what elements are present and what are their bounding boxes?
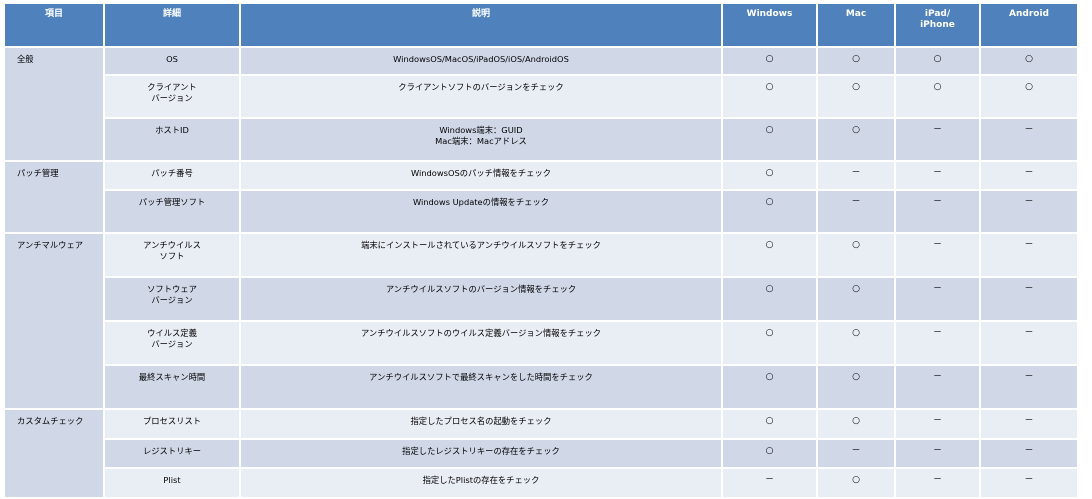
table-row: レジストリキー 指定したレジストリキーの存在をチェック ○ －－－ xyxy=(5,440,1077,467)
detail-cell: クライアント バージョン xyxy=(105,76,239,117)
header-windows: Windows xyxy=(723,4,816,46)
description-cell: クライアントソフトのバージョンをチェック xyxy=(241,76,721,117)
android-support-cell: － xyxy=(981,119,1077,160)
android-support-cell: － xyxy=(981,469,1077,497)
description-cell: Windows Updateの情報をチェック xyxy=(241,191,721,232)
description-cell: 端末にインストールされているアンチウイルスソフトをチェック xyxy=(241,234,721,276)
android-support-cell: ○ xyxy=(981,76,1077,117)
description-cell: アンチウイルスソフトで最終スキャンをした時間をチェック xyxy=(241,366,721,408)
detail-cell: パッチ番号 xyxy=(105,162,239,189)
mac-support-cell: ○ xyxy=(818,76,894,117)
description-cell: 指定したレジストリキーの存在をチェック xyxy=(241,440,721,467)
mac-support-cell: － xyxy=(818,440,894,467)
table-row: ソフトウェア バージョン アンチウイルスソフトのバージョン情報をチェック ○ ○ －－ xyxy=(5,278,1077,320)
windows-support-cell: ○ xyxy=(723,162,816,189)
table-row: ホストID Windows端末：GUID Mac端末：Macアドレス ○ ○ －－ xyxy=(5,119,1077,160)
table-row: カスタムチェック プロセスリスト 指定したプロセス名の起動をチェック ○ ○ －－ xyxy=(5,410,1077,497)
description-cell: アンチウイルスソフトのウイルス定義バージョン情報をチェック xyxy=(241,322,721,364)
ipad-support-cell: － xyxy=(896,440,979,467)
detail-cell: Plist xyxy=(105,469,239,497)
table-row: 最終スキャン時間 アンチウイルスソフトで最終スキャンをした時間をチェック ○ ○ －－ xyxy=(5,366,1077,408)
detail-cell: レジストリキー xyxy=(105,440,239,467)
mac-support-cell: ○ xyxy=(818,366,894,408)
category-cell: 全般 xyxy=(5,48,103,160)
description-cell: Windows端末：GUID Mac端末：Macアドレス xyxy=(241,119,721,160)
header-detail: 詳細 xyxy=(105,4,239,46)
description-cell: WindowsOSのパッチ情報をチェック xyxy=(241,162,721,189)
mac-support-cell: ○ xyxy=(818,119,894,160)
detail-cell: ウイルス定義 バージョン xyxy=(105,322,239,364)
android-support-cell: ○ xyxy=(981,48,1077,74)
ipad-support-cell: － xyxy=(896,278,979,320)
table-row: Plist 指定したPlistの存在をチェック－ ○ －－ xyxy=(5,469,1077,497)
category-cell: パッチ管理 xyxy=(5,162,103,232)
table-row: クライアント バージョン クライアントソフトのバージョンをチェック ○ ○ ○ ○ xyxy=(5,76,1077,117)
windows-support-cell: ○ xyxy=(723,119,816,160)
windows-support-cell: － xyxy=(723,469,816,497)
table-row: アンチマルウェア アンチウイルス ソフト 端末にインストールされているアンチウイルス… xyxy=(5,234,1077,408)
detail-cell: OS xyxy=(105,48,239,74)
windows-support-cell: ○ xyxy=(723,322,816,364)
windows-support-cell: ○ xyxy=(723,191,816,232)
mac-support-cell: ○ xyxy=(818,469,894,497)
ipad-support-cell: － xyxy=(896,410,979,438)
table-row: ウイルス定義 バージョン アンチウイルスソフトのウイルス定義バージョン情報をチェッ… xyxy=(5,322,1077,364)
ipad-support-cell: － xyxy=(896,162,979,189)
header-item: 項目 xyxy=(5,4,103,46)
ipad-support-cell: － xyxy=(896,469,979,497)
description-cell: 指定したプロセス名の起動をチェック xyxy=(241,410,721,438)
windows-support-cell: ○ xyxy=(723,366,816,408)
description-cell: WindowsOS/MacOS/iPadOS/iOS/AndroidOS xyxy=(241,48,721,74)
category-cell: アンチマルウェア xyxy=(5,234,103,408)
table-row: パッチ管理ソフト Windows Updateの情報をチェック ○ －－－ xyxy=(5,191,1077,232)
android-support-cell: － xyxy=(981,322,1077,364)
ipad-support-cell: ○ xyxy=(896,48,979,74)
ipad-support-cell: ○ xyxy=(896,76,979,117)
mac-support-cell: ○ xyxy=(818,234,894,276)
windows-support-cell: ○ xyxy=(723,234,816,276)
android-support-cell: － xyxy=(981,162,1077,189)
ipad-support-cell: － xyxy=(896,119,979,160)
description-cell: 指定したPlistの存在をチェック xyxy=(241,469,721,497)
detail-cell: ホストID xyxy=(105,119,239,160)
header-ipad-iphone: iPad/ iPhone xyxy=(896,4,979,46)
ipad-support-cell: － xyxy=(896,191,979,232)
mac-support-cell: ○ xyxy=(818,410,894,438)
detail-cell: プロセスリスト xyxy=(105,410,239,438)
mac-support-cell: ○ xyxy=(818,322,894,364)
android-support-cell: － xyxy=(981,366,1077,408)
mac-support-cell: － xyxy=(818,191,894,232)
description-cell: アンチウイルスソフトのバージョン情報をチェック xyxy=(241,278,721,320)
header-row: 項目 詳細 説明 Windows Mac iPad/ iPhone Androi… xyxy=(5,4,1077,46)
android-support-cell: － xyxy=(981,191,1077,232)
windows-support-cell: ○ xyxy=(723,76,816,117)
table-row: パッチ管理 パッチ番号 WindowsOSのパッチ情報をチェック ○ －－－ xyxy=(5,162,1077,232)
android-support-cell: － xyxy=(981,234,1077,276)
android-support-cell: － xyxy=(981,440,1077,467)
ipad-support-cell: － xyxy=(896,234,979,276)
android-support-cell: － xyxy=(981,410,1077,438)
header-description: 説明 xyxy=(241,4,721,46)
android-support-cell: － xyxy=(981,278,1077,320)
mac-support-cell: ○ xyxy=(818,48,894,74)
ipad-support-cell: － xyxy=(896,366,979,408)
windows-support-cell: ○ xyxy=(723,410,816,438)
header-mac: Mac xyxy=(818,4,894,46)
windows-support-cell: ○ xyxy=(723,440,816,467)
windows-support-cell: ○ xyxy=(723,48,816,74)
detail-cell: 最終スキャン時間 xyxy=(105,366,239,408)
mac-support-cell: ○ xyxy=(818,278,894,320)
windows-support-cell: ○ xyxy=(723,278,816,320)
detail-cell: ソフトウェア バージョン xyxy=(105,278,239,320)
header-android: Android xyxy=(981,4,1077,46)
mac-support-cell: － xyxy=(818,162,894,189)
ipad-support-cell: － xyxy=(896,322,979,364)
detail-cell: アンチウイルス ソフト xyxy=(105,234,239,276)
detail-cell: パッチ管理ソフト xyxy=(105,191,239,232)
category-cell: カスタムチェック xyxy=(5,410,103,497)
feature-matrix-table: 項目 詳細 説明 Windows Mac iPad/ iPhone Androi… xyxy=(3,2,1079,499)
table-row: 全般 OS WindowsOS/MacOS/iPadOS/iOS/AndroidOS… xyxy=(5,48,1077,160)
